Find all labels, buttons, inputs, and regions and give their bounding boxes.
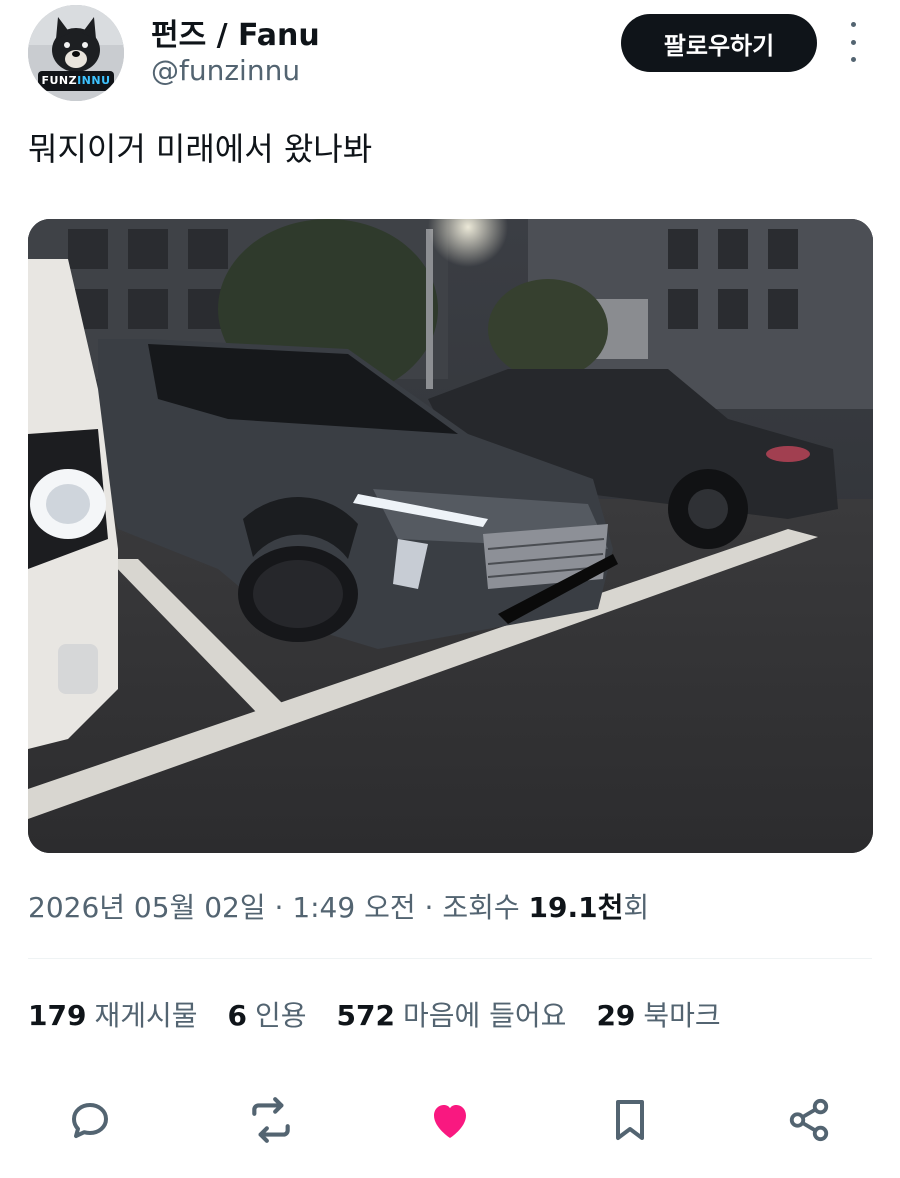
action-bar — [0, 1092, 900, 1148]
more-vertical-icon[interactable] — [840, 22, 866, 62]
views-label: 조회수 — [442, 891, 529, 924]
author-display-name[interactable]: 펀즈 / Fanu — [151, 10, 320, 54]
tweet-metadata: 2026년 05월 02일 · 1:49 오전 · 조회수 19.1천회 — [28, 891, 650, 924]
share-icon[interactable] — [781, 1092, 837, 1148]
views-count[interactable]: 19.1천 — [529, 891, 624, 924]
bookmark-icon[interactable] — [602, 1092, 658, 1148]
tweet-photo[interactable] — [28, 219, 873, 853]
avatar[interactable]: FUNZINNU — [28, 5, 124, 101]
reply-icon[interactable] — [62, 1092, 118, 1148]
stat-quotes[interactable]: 6 인용 — [228, 994, 307, 1034]
author-handle[interactable]: @funzinnu — [151, 54, 300, 87]
tweet-text: 뭐지이거 미래에서 왔나봐 — [28, 130, 373, 168]
repost-icon[interactable] — [243, 1092, 299, 1148]
stat-likes[interactable]: 572 마음에 들어요 — [337, 994, 567, 1034]
avatar-logo-text: FUNZINNU — [41, 74, 111, 87]
stat-reposts[interactable]: 179 재게시물 — [28, 994, 198, 1034]
heart-icon[interactable] — [422, 1092, 478, 1148]
tweet-time: 1:49 오전 — [292, 891, 416, 924]
follow-button[interactable]: 팔로우하기 — [621, 14, 817, 72]
stat-bookmarks[interactable]: 29 북마크 — [596, 994, 720, 1034]
engagement-stats: 179 재게시물 6 인용 572 마음에 들어요 29 북마크 — [28, 994, 751, 1034]
divider — [28, 958, 872, 959]
tweet-date: 2026년 05월 02일 — [28, 891, 266, 924]
